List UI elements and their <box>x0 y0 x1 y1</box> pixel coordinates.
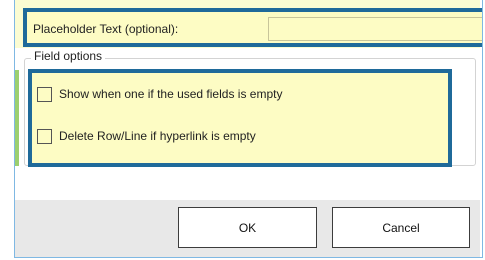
placeholder-text-input[interactable] <box>268 17 482 41</box>
placeholder-label: Placeholder Text (optional): <box>33 22 179 36</box>
dialog-window: Placeholder Text (optional): Field optio… <box>14 0 483 258</box>
field-options-highlight: Show when one if the used fields is empt… <box>28 69 452 167</box>
accent-strip <box>15 70 19 166</box>
placeholder-highlight: Placeholder Text (optional): <box>23 8 482 47</box>
cancel-button[interactable]: Cancel <box>332 207 470 248</box>
show-when-empty-checkbox[interactable] <box>37 87 52 102</box>
show-when-empty-label[interactable]: Show when one if the used fields is empt… <box>59 87 282 101</box>
delete-row-checkbox[interactable] <box>37 129 52 144</box>
delete-row-label[interactable]: Delete Row/Line if hyperlink is empty <box>59 129 256 143</box>
field-options-title: Field options <box>31 49 106 63</box>
ok-button[interactable]: OK <box>178 207 317 248</box>
